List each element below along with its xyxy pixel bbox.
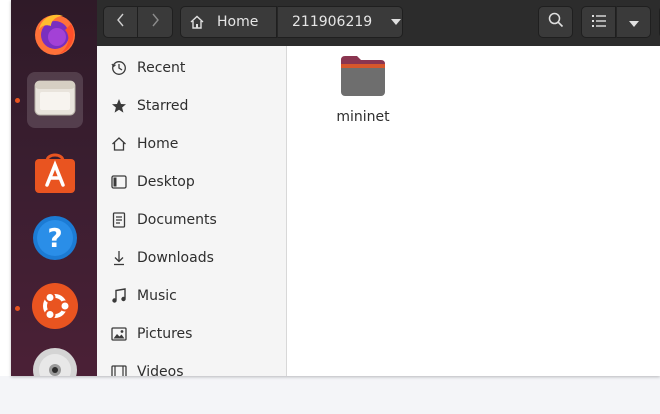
- chevron-left-icon: [116, 12, 126, 32]
- search-button[interactable]: [538, 6, 573, 38]
- sidebar-item-videos[interactable]: Videos: [97, 353, 286, 376]
- running-indicator: [15, 98, 20, 103]
- sidebar-item-downloads[interactable]: Downloads: [97, 239, 286, 277]
- sidebar-item-label: Videos: [137, 364, 184, 376]
- dock-item-firefox[interactable]: [27, 8, 83, 64]
- chevron-right-icon: [150, 12, 160, 32]
- video-icon: [111, 364, 127, 376]
- home-icon: [111, 136, 127, 152]
- files-window: Home 211906219 Recent Starred Home Deskt…: [97, 0, 660, 376]
- headerbar: Home 211906219: [97, 0, 660, 47]
- desktop-screen: ? Home 211906219 Recent Starred Home Des…: [11, 0, 660, 376]
- path-current-dir-label: 211906219: [292, 14, 373, 30]
- dock-item-software[interactable]: [27, 146, 83, 202]
- folder-icon: [339, 54, 387, 102]
- sidebar-item-label: Downloads: [137, 250, 214, 266]
- places-sidebar: Recent Starred Home Desktop Documents Do…: [97, 46, 287, 376]
- files-icon: [32, 75, 78, 125]
- dock-item-ubuntu[interactable]: [15, 280, 83, 336]
- back-button[interactable]: [103, 6, 138, 38]
- picture-icon: [111, 326, 127, 342]
- sidebar-item-desktop[interactable]: Desktop: [97, 163, 286, 201]
- sidebar-item-starred[interactable]: Starred: [97, 87, 286, 125]
- list-view-button[interactable]: [581, 6, 616, 38]
- dock-item-files[interactable]: [15, 72, 83, 128]
- caret-down-icon: [390, 18, 402, 26]
- sidebar-item-music[interactable]: Music: [97, 277, 286, 315]
- home-icon: [189, 14, 205, 30]
- dock: ?: [11, 0, 97, 376]
- ubuntu-software-icon: [32, 149, 78, 199]
- sidebar-item-recent[interactable]: Recent: [97, 49, 286, 87]
- desktop-icon: [111, 174, 127, 190]
- dock-item-help[interactable]: ?: [27, 212, 83, 268]
- sidebar-item-label: Documents: [137, 212, 217, 228]
- desktop-margin: [0, 0, 11, 376]
- caret-down-icon: [628, 13, 640, 32]
- star-icon: [111, 98, 127, 114]
- sidebar-item-documents[interactable]: Documents: [97, 201, 286, 239]
- path-home-label: Home: [217, 14, 259, 30]
- cd-icon: [32, 347, 78, 376]
- sidebar-item-pictures[interactable]: Pictures: [97, 315, 286, 353]
- sidebar-item-label: Starred: [137, 98, 189, 114]
- help-icon: ?: [32, 215, 78, 265]
- folder-label: mininet: [336, 109, 390, 125]
- download-icon: [111, 250, 127, 266]
- ubuntu-logo-icon: [32, 283, 78, 333]
- firefox-icon: [31, 10, 79, 62]
- search-icon: [548, 12, 564, 32]
- sidebar-item-label: Music: [137, 288, 177, 304]
- music-icon: [111, 288, 127, 304]
- view-options-button[interactable]: [616, 6, 651, 38]
- list-view-icon: [591, 13, 607, 32]
- path-home-button[interactable]: Home: [180, 6, 277, 38]
- svg-text:?: ?: [47, 224, 62, 254]
- clock-icon: [111, 60, 127, 76]
- sidebar-item-label: Recent: [137, 60, 186, 76]
- sidebar-item-label: Home: [137, 136, 179, 152]
- document-icon: [111, 212, 127, 228]
- sidebar-item-label: Pictures: [137, 326, 193, 342]
- forward-button[interactable]: [138, 6, 173, 38]
- running-indicator: [15, 306, 20, 311]
- dock-item-disc[interactable]: [27, 344, 83, 376]
- file-view: mininet: [287, 46, 660, 376]
- sidebar-item-home[interactable]: Home: [97, 125, 286, 163]
- path-current-dir-button[interactable]: 211906219: [277, 6, 403, 38]
- sidebar-item-label: Desktop: [137, 174, 195, 190]
